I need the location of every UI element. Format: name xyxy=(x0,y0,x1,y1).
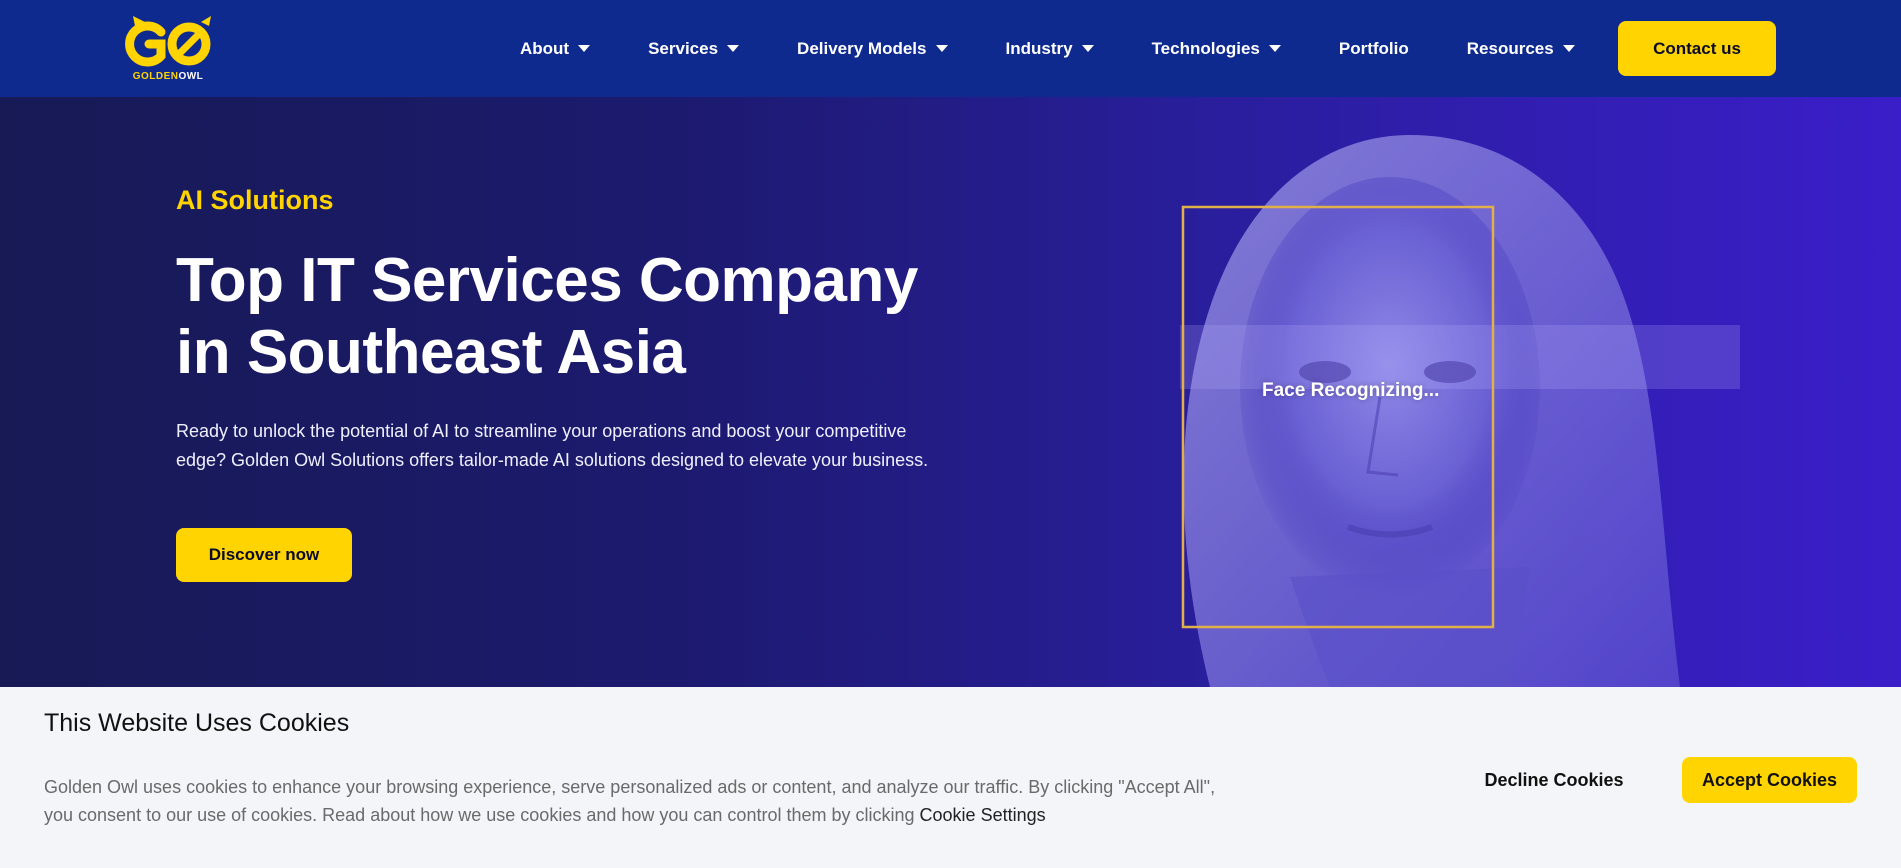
cookie-banner: This Website Uses Cookies Golden Owl use… xyxy=(0,687,1901,868)
contact-us-button[interactable]: Contact us xyxy=(1618,21,1776,76)
logo-wordmark: GOLDENOWL xyxy=(132,71,204,82)
nav-item-technologies[interactable]: Technologies xyxy=(1152,39,1281,59)
nav-item-label: Delivery Models xyxy=(797,38,927,58)
headline-line-1: Top IT Services Company xyxy=(176,246,918,315)
nav-item-label: About xyxy=(520,38,570,58)
cookie-title: This Website Uses Cookies xyxy=(44,709,350,737)
nav-item-label: Services xyxy=(648,38,719,58)
top-navigation: GOLDENOWL About Services Delivery Models… xyxy=(0,0,1901,97)
main-menu: About Services Delivery Models Industry … xyxy=(520,0,1633,97)
hero-section: AI Solutions Top IT Services Company in … xyxy=(0,97,1901,687)
nav-item-portfolio[interactable]: Portfolio xyxy=(1339,39,1409,59)
hero-description: Ready to unlock the potential of AI to s… xyxy=(176,421,929,470)
cookie-settings-link[interactable]: Cookie Settings xyxy=(920,805,1046,825)
nav-item-delivery-models[interactable]: Delivery Models xyxy=(797,38,948,59)
caret-down-icon xyxy=(1081,45,1094,52)
face-scan-label: Face Recognizing... xyxy=(1262,380,1440,401)
nav-item-industry[interactable]: Industry xyxy=(1006,39,1094,59)
caret-down-icon xyxy=(578,45,591,52)
hero-eyebrow: AI Solutions xyxy=(176,185,334,215)
logo-mark-icon xyxy=(125,16,211,67)
nav-item-resources[interactable]: Resources xyxy=(1467,39,1575,59)
nav-item-label: Portfolio xyxy=(1338,38,1409,58)
discover-now-button[interactable]: Discover now xyxy=(176,528,352,582)
nav-item-services[interactable]: Services xyxy=(648,38,740,59)
accept-cookies-button[interactable]: Accept Cookies xyxy=(1682,757,1857,803)
face-recognition-illustration xyxy=(1180,135,1740,687)
caret-down-icon xyxy=(727,45,740,52)
golden-owl-logo[interactable]: GOLDENOWL xyxy=(123,16,213,82)
hero-headline: Top IT Services Company in Southeast Asi… xyxy=(176,245,996,389)
caret-down-icon xyxy=(1562,45,1575,52)
cookie-description: Golden Owl uses cookies to enhance your … xyxy=(44,773,1244,829)
nav-item-label: Resources xyxy=(1466,38,1554,58)
decline-cookies-button[interactable]: Decline Cookies xyxy=(1468,757,1640,803)
caret-down-icon xyxy=(935,45,948,52)
caret-down-icon xyxy=(1268,45,1281,52)
headline-line-2: in Southeast Asia xyxy=(176,318,686,387)
nav-item-about[interactable]: About xyxy=(520,38,591,59)
nav-item-label: Industry xyxy=(1005,38,1073,58)
nav-item-label: Technologies xyxy=(1151,38,1260,58)
